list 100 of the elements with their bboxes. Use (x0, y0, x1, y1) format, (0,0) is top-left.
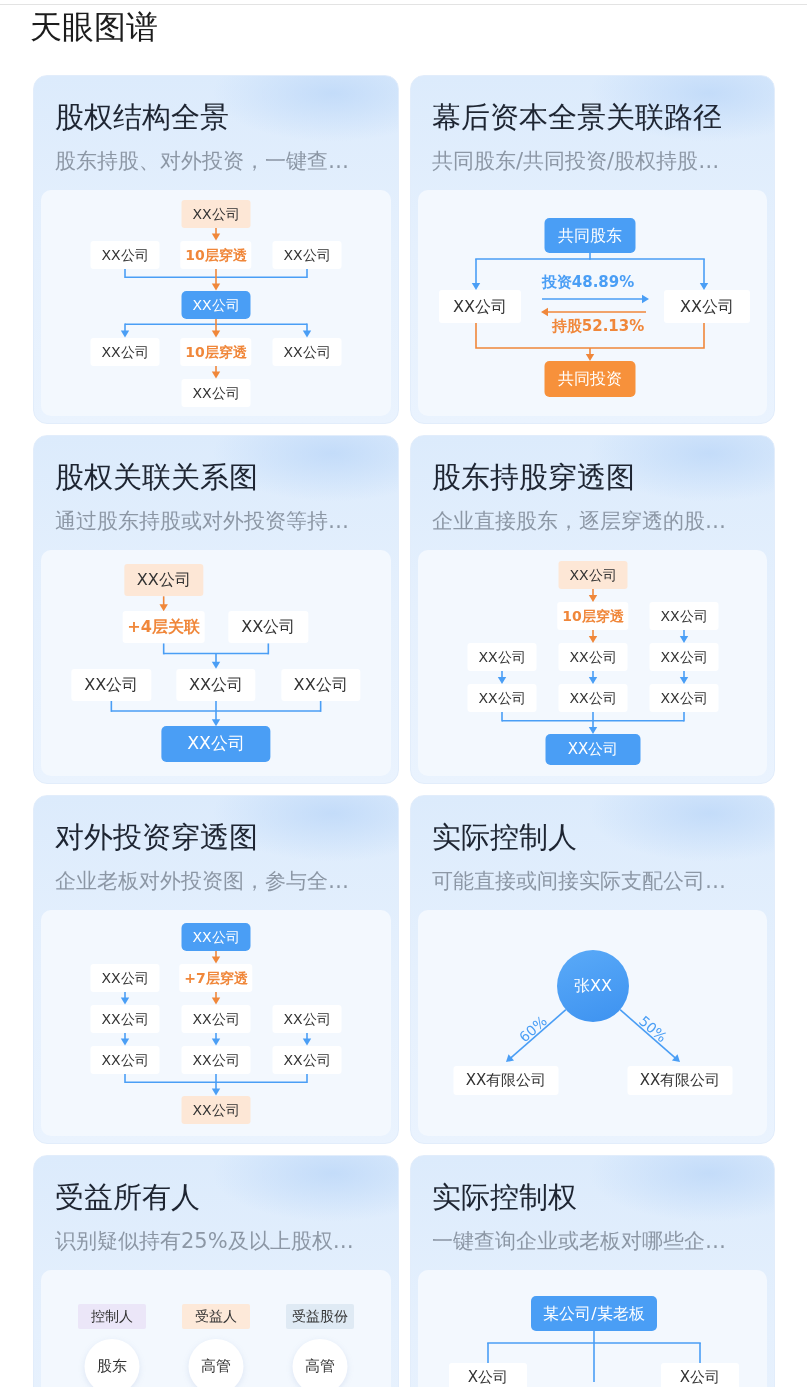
card-description: 一键查询企业或老板对哪些企… (432, 1228, 726, 1255)
down-arrow (211, 364, 221, 379)
down-arrow (211, 226, 221, 241)
company-node: XX公司 (124, 564, 204, 597)
card-title: 对外投资穿透图 (55, 819, 258, 856)
card-description: 股东持股、对外投资，一键查… (55, 148, 349, 175)
role-tag: 控制人 (78, 1304, 146, 1329)
company-node: XX公司 (181, 1095, 251, 1124)
company-node: XX公司 (439, 290, 521, 323)
down-arrow (497, 670, 507, 684)
company-node: XX公司 (90, 1004, 160, 1033)
card-description: 通过股东持股或对外投资等持… (55, 508, 349, 535)
layer-node: 10层穿透 (180, 337, 252, 366)
down-arrow (211, 1072, 221, 1096)
company-node: XX公司 (181, 1004, 251, 1033)
card-description: 共同股东/共同投资/股权持股… (432, 148, 720, 175)
card-title: 幕后资本全景关联路径 (432, 99, 722, 136)
company-node: X公司 (661, 1363, 739, 1387)
company-node: XX公司 (558, 684, 628, 712)
role-node: 高管 (188, 1339, 244, 1387)
down-arrow (211, 700, 221, 727)
company-node: XX公司 (181, 922, 251, 951)
down-arrow (679, 670, 689, 684)
down-arrow (120, 1031, 130, 1046)
percentage-label: 持股52.13% (551, 316, 645, 336)
investment-node: 共同投资 (544, 361, 636, 397)
shareholder-node: 共同股东 (544, 218, 636, 253)
company-node: XX公司 (161, 726, 271, 762)
company-node: XX公司 (545, 734, 641, 765)
role-node: 股东 (84, 1339, 140, 1387)
owner-node: 某公司/某老板 (531, 1296, 657, 1331)
company-node: XX公司 (467, 684, 537, 712)
person-node: 张XX (557, 950, 629, 1022)
down-arrow (588, 588, 598, 602)
company-node: XX公司 (90, 963, 160, 992)
feature-card[interactable]: 实际控制权 一键查询企业或老板对哪些企… 某公司/某老板 X公司 X公司 (410, 1155, 775, 1387)
feature-card[interactable]: 受益所有人 识别疑似持有25%及以上股权… 控制人 股东 受益人 高管 受益股份 高管 (33, 1155, 399, 1387)
down-arrow (211, 1031, 221, 1046)
down-arrow (211, 267, 221, 291)
card-title: 实际控制权 (432, 1179, 577, 1216)
diagonal-arrow (506, 1008, 567, 1062)
company-node: XX公司 (664, 290, 750, 323)
down-arrow (120, 990, 130, 1005)
card-description: 识别疑似持有25%及以上股权… (55, 1228, 354, 1255)
company-node: XX公司 (90, 1045, 160, 1074)
card-title: 实际控制人 (432, 819, 577, 856)
card-description: 企业老板对外投资图，参与全… (55, 868, 349, 895)
feature-card[interactable]: 幕后资本全景关联路径 共同股东/共同投资/股权持股… 共同股东 XX公司 XX公司 投资48.89% 持股52.13% 共同投资 (410, 75, 775, 424)
company-node: XX公司 (176, 668, 256, 701)
down-arrow (211, 949, 221, 964)
card-description: 企业直接股东，逐层穿透的股… (432, 508, 726, 535)
company-node: XX公司 (280, 668, 361, 701)
role-node: 高管 (292, 1339, 348, 1387)
company-node: XX公司 (228, 611, 308, 644)
page-title: 天眼图谱 (30, 7, 158, 48)
feature-card[interactable]: 股权结构全景 股东持股、对外投资，一键查… XX公司 XX公司 10层穿透 XX公司 XX公司 XX公司 10层穿透 XX公司 XX公司 (33, 75, 399, 424)
company-node: XX公司 (649, 602, 719, 630)
down-arrow (211, 990, 221, 1005)
company-node: XX公司 (558, 561, 628, 589)
company-node: XX公司 (649, 684, 719, 712)
company-node: XX公司 (649, 643, 719, 671)
down-arrow (302, 1031, 312, 1046)
feature-card[interactable]: 对外投资穿透图 企业老板对外投资图，参与全… XX公司 XX公司 +7层穿透 XX公司 XX公司 XX公司 XX公司 XX公司 XX公司 XX公司 (33, 795, 399, 1144)
company-node: XX公司 (71, 668, 151, 701)
company-node: XX公司 (272, 337, 342, 366)
company-node: XX公司 (272, 1045, 342, 1074)
company-node: XX公司 (90, 240, 160, 269)
layer-node: 10层穿透 (557, 602, 629, 630)
role-tag: 受益股份 (286, 1304, 354, 1329)
card-title: 受益所有人 (55, 1179, 200, 1216)
layer-node: +7层穿透 (179, 963, 253, 992)
company-node: XX有限公司 (453, 1066, 559, 1095)
down-arrow (211, 317, 221, 338)
company-node: XX公司 (272, 240, 342, 269)
company-node: XX公司 (467, 643, 537, 671)
role-tag: 受益人 (182, 1304, 250, 1329)
down-arrow (588, 670, 598, 684)
down-arrow (679, 629, 689, 643)
company-node: XX公司 (181, 199, 251, 228)
card-title: 股权结构全景 (55, 99, 229, 136)
percentage-label: 投资48.89% (541, 272, 635, 292)
down-arrow (588, 629, 598, 643)
down-arrow (159, 595, 168, 612)
company-node: XX公司 (181, 378, 251, 407)
card-description: 可能直接或间接实际支配公司… (432, 868, 726, 895)
company-node: XX公司 (558, 643, 628, 671)
company-node: XX公司 (181, 1045, 251, 1074)
diagonal-arrow (619, 1008, 680, 1062)
company-node: XX公司 (90, 337, 160, 366)
feature-card[interactable]: 股权关联关系图 通过股东持股或对外投资等持… XX公司 +4层关联 XX公司 XX公司 XX公司 XX公司 XX公司 (33, 435, 399, 784)
card-title: 股东持股穿透图 (432, 459, 635, 496)
company-node: XX有限公司 (627, 1066, 733, 1095)
company-node: X公司 (449, 1363, 527, 1387)
company-node: XX公司 (181, 290, 251, 319)
down-arrow (588, 711, 598, 734)
company-node: XX公司 (272, 1004, 342, 1033)
layer-node: +4层关联 (122, 611, 205, 644)
layer-node: 10层穿透 (180, 240, 252, 269)
card-title: 股权关联关系图 (55, 459, 258, 496)
feature-card[interactable]: 股东持股穿透图 企业直接股东，逐层穿透的股… XX公司 10层穿透 XX公司 XX公司 XX公司 XX公司 XX公司 XX公司 XX公司 XX公司 (410, 435, 775, 784)
